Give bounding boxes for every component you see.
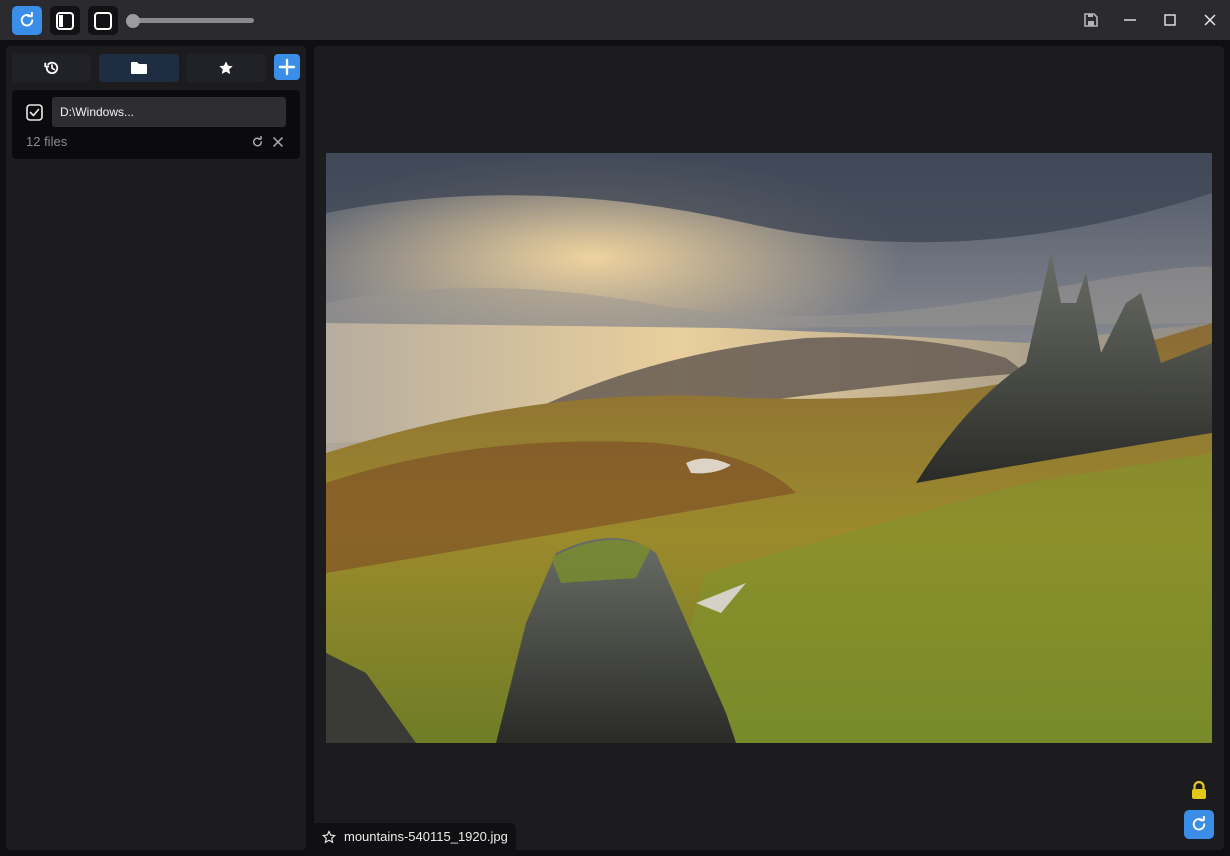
mountain-landscape-image[interactable]	[326, 153, 1212, 743]
history-icon	[43, 61, 58, 75]
minimize-icon	[1124, 19, 1136, 21]
refresh-button[interactable]	[12, 6, 42, 35]
title-bar	[0, 0, 1230, 40]
maximize-button[interactable]	[1158, 8, 1182, 32]
remove-folder-button[interactable]	[271, 135, 285, 149]
refresh-icon	[1192, 815, 1206, 830]
reload-folder-button[interactable]	[250, 135, 264, 149]
viewer-refresh-button[interactable]	[1184, 810, 1214, 839]
folder-checkbox[interactable]	[26, 104, 43, 121]
close-button[interactable]	[1198, 8, 1222, 32]
file-count: 12 files	[26, 134, 68, 149]
save-icon	[1084, 13, 1098, 27]
close-icon	[1204, 14, 1216, 26]
filename-label: mountains-540115_1920.jpg	[344, 829, 508, 844]
add-folder-button[interactable]	[274, 54, 300, 80]
refresh-icon	[252, 135, 262, 146]
tab-history[interactable]	[12, 54, 91, 82]
zoom-slider[interactable]	[132, 18, 254, 23]
save-button[interactable]	[1079, 8, 1103, 32]
fullscreen-icon	[94, 11, 112, 30]
fullscreen-button[interactable]	[88, 6, 118, 35]
sidebar: D:\Windows... 12 files	[6, 46, 306, 850]
folder-entry[interactable]: D:\Windows... 12 files	[12, 90, 300, 159]
zoom-slider-thumb[interactable]	[126, 14, 140, 28]
plus-icon	[278, 58, 296, 76]
refresh-icon	[20, 11, 34, 26]
star-icon	[219, 61, 233, 75]
close-icon	[272, 136, 284, 148]
minimize-button[interactable]	[1118, 8, 1142, 32]
lock-icon[interactable]	[1190, 780, 1208, 800]
tab-folders[interactable]	[99, 54, 179, 82]
toggle-sidebar-button[interactable]	[50, 6, 80, 35]
sidebar-toggle-icon	[56, 11, 74, 30]
image-viewer: mountains-540115_1920.jpg	[314, 46, 1224, 850]
maximize-icon	[1164, 14, 1176, 26]
star-outline-icon[interactable]	[322, 829, 336, 844]
filename-bar: mountains-540115_1920.jpg	[314, 823, 516, 850]
tab-favorites[interactable]	[186, 54, 266, 82]
folder-icon	[131, 62, 147, 74]
folder-path-input[interactable]: D:\Windows...	[52, 97, 286, 127]
